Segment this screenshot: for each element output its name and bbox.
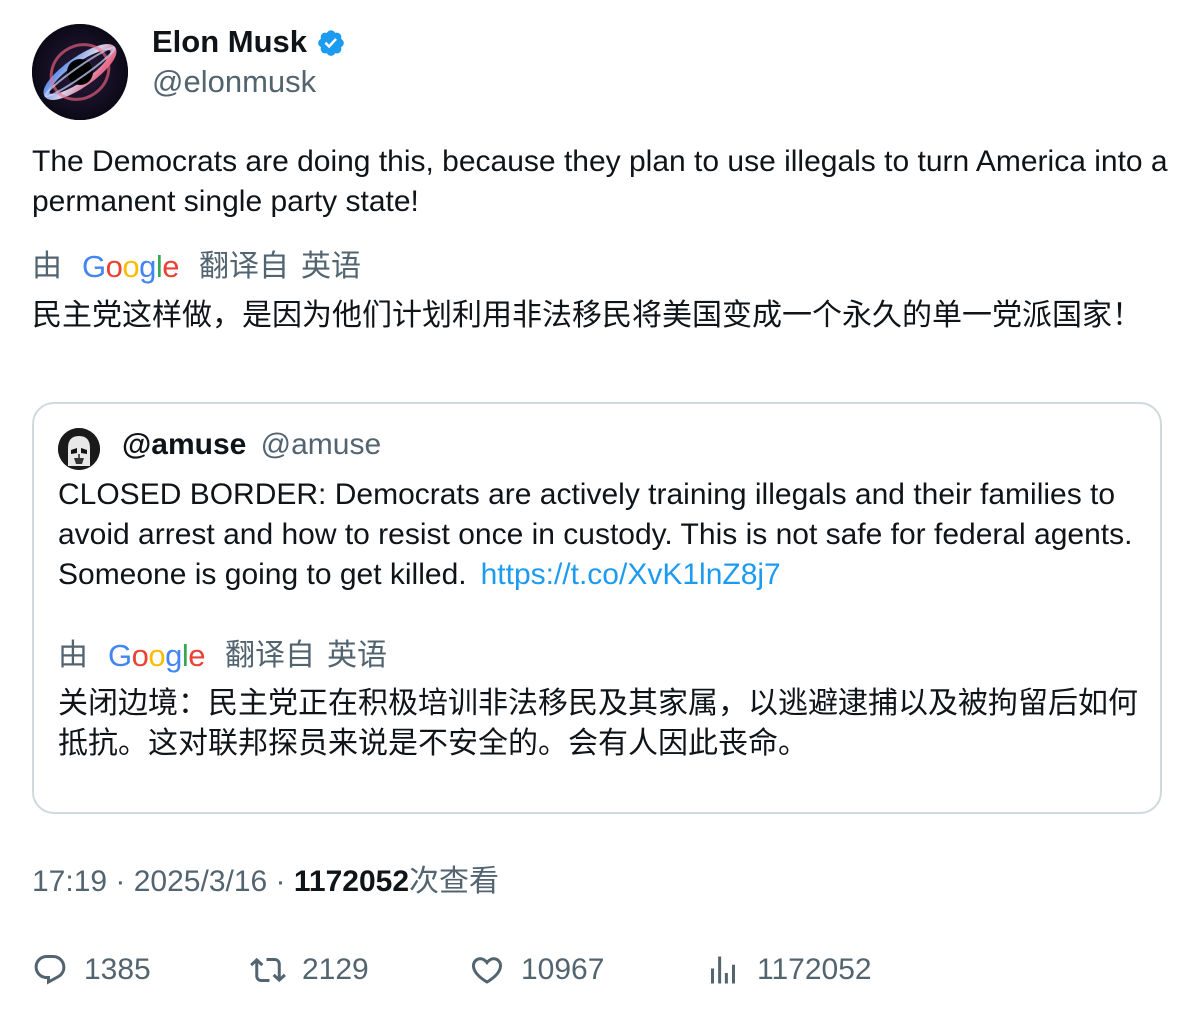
tweet-translated-text: 民主党这样做，是因为他们计划利用非法移民将美国变成一个永久的单一党派国家！: [32, 298, 1142, 333]
quote-translation-suffix: 翻译自: [225, 639, 316, 672]
quote-text: CLOSED BORDER: Democrats are actively tr…: [58, 475, 1143, 595]
quote-display-name[interactable]: @amuse: [122, 428, 246, 461]
quoted-tweet-card[interactable]: @amuse @amuse CLOSED BORDER: Democrats a…: [32, 402, 1162, 814]
stormtrooper-avatar-icon: [58, 428, 100, 470]
meta-separator-1: ·: [107, 865, 134, 898]
author-avatar[interactable]: [32, 24, 128, 120]
black-hole-avatar-icon: [32, 24, 128, 120]
views-button[interactable]: 1172052: [705, 948, 872, 992]
translation-prefix: 由: [32, 250, 62, 283]
meta-separator-2: ·: [267, 865, 294, 898]
author-name-text: Elon Musk: [152, 24, 308, 59]
quote-handle[interactable]: @amuse: [261, 428, 382, 461]
views-label: 次查看: [409, 865, 500, 898]
views-chart-icon: [711, 956, 735, 984]
views-action-count: 1172052: [757, 953, 872, 986]
reply-button[interactable]: 1385: [32, 948, 151, 992]
repost-count: 2129: [302, 953, 369, 986]
repost-icon: [250, 957, 286, 983]
verified-badge-icon[interactable]: [316, 28, 346, 58]
quote-translation-source-lang: 英语: [327, 639, 388, 672]
quote-translation-prefix: 由: [58, 639, 88, 672]
quote-link[interactable]: https://t.co/XvK1lnZ8j7: [481, 558, 781, 591]
google-logo-icon[interactable]: Google: [82, 247, 180, 287]
translation-label: 由 Google 翻译自 英语: [32, 247, 361, 287]
tweet-date[interactable]: 2025/3/16: [134, 865, 267, 898]
like-count: 10967: [521, 953, 605, 986]
heart-icon: [471, 957, 503, 984]
like-button[interactable]: 10967: [469, 948, 604, 992]
tweet-time[interactable]: 17:19: [32, 865, 107, 898]
views-count: 1172052: [293, 865, 410, 898]
author-display-name[interactable]: Elon Musk: [152, 22, 346, 62]
translation-suffix: 翻译自: [199, 250, 290, 283]
tweet-meta: 17:19 · 2025/3/16 · 1172052次查看: [32, 862, 499, 902]
tweet-text: The Democrats are doing this, because th…: [32, 145, 1168, 218]
quote-translated-text: 关闭边境：民主党正在积极培训非法移民及其家属，以逃避逮捕以及被拘留后如何抵抗。这…: [58, 686, 1138, 761]
reply-icon: [34, 955, 66, 985]
quote-avatar[interactable]: [58, 428, 100, 470]
repost-button[interactable]: 2129: [250, 948, 369, 992]
translation-source-lang: 英语: [301, 250, 362, 283]
quote-translation-label: 由 Google 翻译自 英语: [58, 636, 387, 676]
quote-google-logo-icon[interactable]: Google: [108, 636, 206, 676]
author-handle[interactable]: @elonmusk: [152, 62, 316, 102]
quote-header: @amuse @amuse: [122, 425, 381, 465]
reply-count: 1385: [84, 953, 151, 986]
